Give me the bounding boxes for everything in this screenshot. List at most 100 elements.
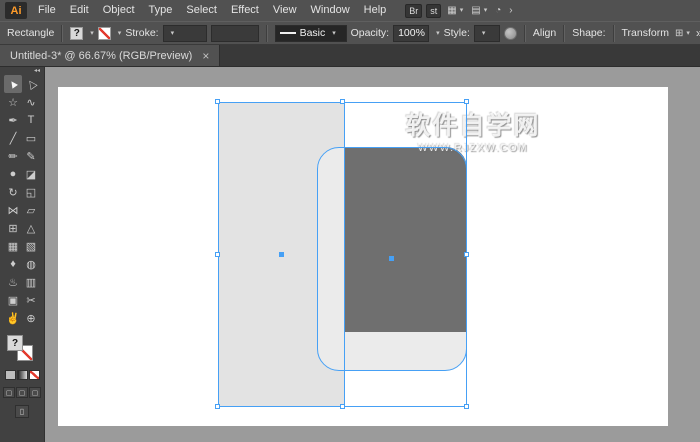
workspace-switcher-icon[interactable]: ▦ — [445, 5, 465, 16]
line-segment-tool[interactable]: ╱ — [4, 129, 22, 147]
rectangle-tool[interactable]: ▭ — [22, 129, 40, 147]
fill-unknown-swatch[interactable]: ? — [7, 335, 23, 351]
draw-normal-button[interactable]: ▢ — [3, 387, 15, 398]
eyedropper-tool[interactable]: ♦ — [4, 255, 22, 273]
direct-selection-tool-icon: ▷ — [24, 76, 39, 91]
overflow-chevron-icon[interactable]: » — [696, 26, 700, 40]
artboard-tool[interactable]: ▣ — [4, 291, 22, 309]
blob-brush-tool[interactable]: ● — [4, 165, 22, 183]
zoom-tool[interactable]: ⊕ — [22, 309, 40, 327]
tab-close-icon[interactable]: × — [202, 50, 209, 62]
menubar-app-icons: Br st ▦ ▤ ◔ › — [405, 3, 514, 18]
menu-type[interactable]: Type — [142, 0, 180, 21]
direct-selection-tool[interactable]: ▷ — [22, 75, 40, 93]
center-point-rounded-rect[interactable] — [389, 256, 394, 261]
selection-tool-icon: ► — [4, 76, 22, 92]
status-circle-icon[interactable]: ◔ — [493, 5, 503, 16]
opacity-dropdown-icon[interactable] — [433, 27, 440, 39]
stock-icon[interactable]: st — [426, 3, 442, 18]
symbol-sprayer-tool[interactable]: ♨ — [4, 273, 22, 291]
selection-handle-top-mid[interactable] — [340, 99, 345, 104]
screen-mode-button[interactable]: ▯ — [15, 405, 29, 418]
stroke-dropdown-icon[interactable] — [115, 27, 122, 39]
color-mode-row — [4, 370, 40, 380]
brush-definition-select[interactable]: Basic — [274, 24, 347, 42]
opacity-label: Opacity: — [350, 27, 390, 39]
shape-label: Shape: — [572, 27, 606, 39]
layout-icon[interactable]: ▤ — [469, 5, 489, 16]
canvas-pasteboard[interactable]: 软件自学网 WWW.RJZXW.COM — [45, 67, 700, 442]
menu-effect[interactable]: Effect — [224, 0, 266, 21]
selection-handle-top-right[interactable] — [464, 99, 469, 104]
type-tool[interactable]: T — [22, 111, 40, 129]
draw-behind-button[interactable]: ▢ — [16, 387, 28, 398]
mesh-tool[interactable]: ▦ — [4, 237, 22, 255]
illustrator-window: Ai File Edit Object Type Select Effect V… — [0, 0, 700, 442]
none-button[interactable] — [28, 370, 40, 380]
fill-color-swatch[interactable]: ? — [70, 26, 84, 40]
slice-tool[interactable]: ✂ — [22, 291, 40, 309]
fill-stroke-indicator: ? — [7, 335, 37, 363]
brush-stroke-preview — [279, 32, 296, 34]
pencil-tool[interactable]: ✎ — [22, 147, 40, 165]
separator — [523, 24, 526, 42]
chevron-right-icon[interactable]: › — [507, 5, 514, 16]
menu-view[interactable]: View — [266, 0, 304, 21]
tools-panel: ◂◂ ► ▷ ☆ ∿ ✒ T ╱ ▭ ✏ ✎ ● ◪ ↻ ◱ ⋈ ▱ ⊞ △ ▦ — [0, 67, 45, 442]
paintbrush-tool[interactable]: ✏ — [4, 147, 22, 165]
selection-handle-top-left[interactable] — [215, 99, 220, 104]
opacity-input[interactable]: 100% — [393, 24, 430, 42]
transform-panel-icon[interactable]: ⊞ — [673, 28, 692, 39]
menu-bar: Ai File Edit Object Type Select Effect V… — [0, 0, 700, 21]
selection-handle-bottom-left[interactable] — [215, 404, 220, 409]
transform-button[interactable]: Transform — [622, 27, 669, 39]
workspace: ◂◂ ► ▷ ☆ ∿ ✒ T ╱ ▭ ✏ ✎ ● ◪ ↻ ◱ ⋈ ▱ ⊞ △ ▦ — [0, 67, 700, 442]
gradient-tool[interactable]: ▧ — [22, 237, 40, 255]
style-select[interactable] — [473, 24, 500, 42]
column-graph-tool[interactable]: ▥ — [22, 273, 40, 291]
perspective-grid-tool[interactable]: △ — [22, 219, 40, 237]
magic-wand-tool[interactable]: ☆ — [4, 93, 22, 111]
separator — [563, 24, 566, 42]
selection-handle-mid-left[interactable] — [215, 252, 220, 257]
menu-object[interactable]: Object — [96, 0, 142, 21]
tool-grid: ► ▷ ☆ ∿ ✒ T ╱ ▭ ✏ ✎ ● ◪ ↻ ◱ ⋈ ▱ ⊞ △ ▦ ▧ — [4, 75, 40, 327]
menu-select[interactable]: Select — [179, 0, 224, 21]
dark-gray-rectangle-shape[interactable] — [345, 147, 467, 332]
color-button[interactable] — [4, 370, 16, 380]
stroke-color-none-swatch[interactable] — [97, 26, 111, 40]
rotate-tool[interactable]: ↻ — [4, 183, 22, 201]
stroke-weight-select[interactable] — [162, 24, 207, 42]
document-tab[interactable]: Untitled-3* @ 66.67% (RGB/Preview) × — [0, 45, 221, 66]
width-tool[interactable]: ⋈ — [4, 201, 22, 219]
brush-name: Basic — [299, 27, 326, 39]
menu-edit[interactable]: Edit — [63, 0, 96, 21]
selection-handle-bottom-mid[interactable] — [340, 404, 345, 409]
center-point-light-rect[interactable] — [279, 252, 284, 257]
selection-handle-bottom-right[interactable] — [464, 404, 469, 409]
eraser-tool[interactable]: ◪ — [22, 165, 40, 183]
bridge-icon[interactable]: Br — [405, 3, 423, 18]
free-transform-tool[interactable]: ▱ — [22, 201, 40, 219]
width-profile-select[interactable] — [210, 24, 259, 42]
hand-tool[interactable]: ✌ — [4, 309, 22, 327]
align-button[interactable]: Align — [533, 27, 556, 39]
document-tab-title: Untitled-3* @ 66.67% (RGB/Preview) — [10, 49, 193, 62]
toolbar-collapse-icon[interactable]: ◂◂ — [34, 67, 44, 75]
fill-dropdown-icon[interactable] — [87, 27, 94, 39]
scale-tool[interactable]: ◱ — [22, 183, 40, 201]
shape-builder-tool[interactable]: ⊞ — [4, 219, 22, 237]
separator — [265, 24, 268, 42]
blend-tool[interactable]: ◍ — [22, 255, 40, 273]
draw-inside-button[interactable]: ▢ — [29, 387, 41, 398]
menu-help[interactable]: Help — [357, 0, 394, 21]
selection-handle-mid-right[interactable] — [464, 252, 469, 257]
recolor-artwork-icon[interactable] — [503, 26, 517, 40]
selection-tool[interactable]: ► — [4, 75, 22, 93]
lasso-tool[interactable]: ∿ — [22, 93, 40, 111]
gradient-button[interactable] — [16, 370, 28, 380]
menu-file[interactable]: File — [31, 0, 63, 21]
separator — [612, 24, 615, 42]
pen-tool[interactable]: ✒ — [4, 111, 22, 129]
menu-window[interactable]: Window — [304, 0, 357, 21]
